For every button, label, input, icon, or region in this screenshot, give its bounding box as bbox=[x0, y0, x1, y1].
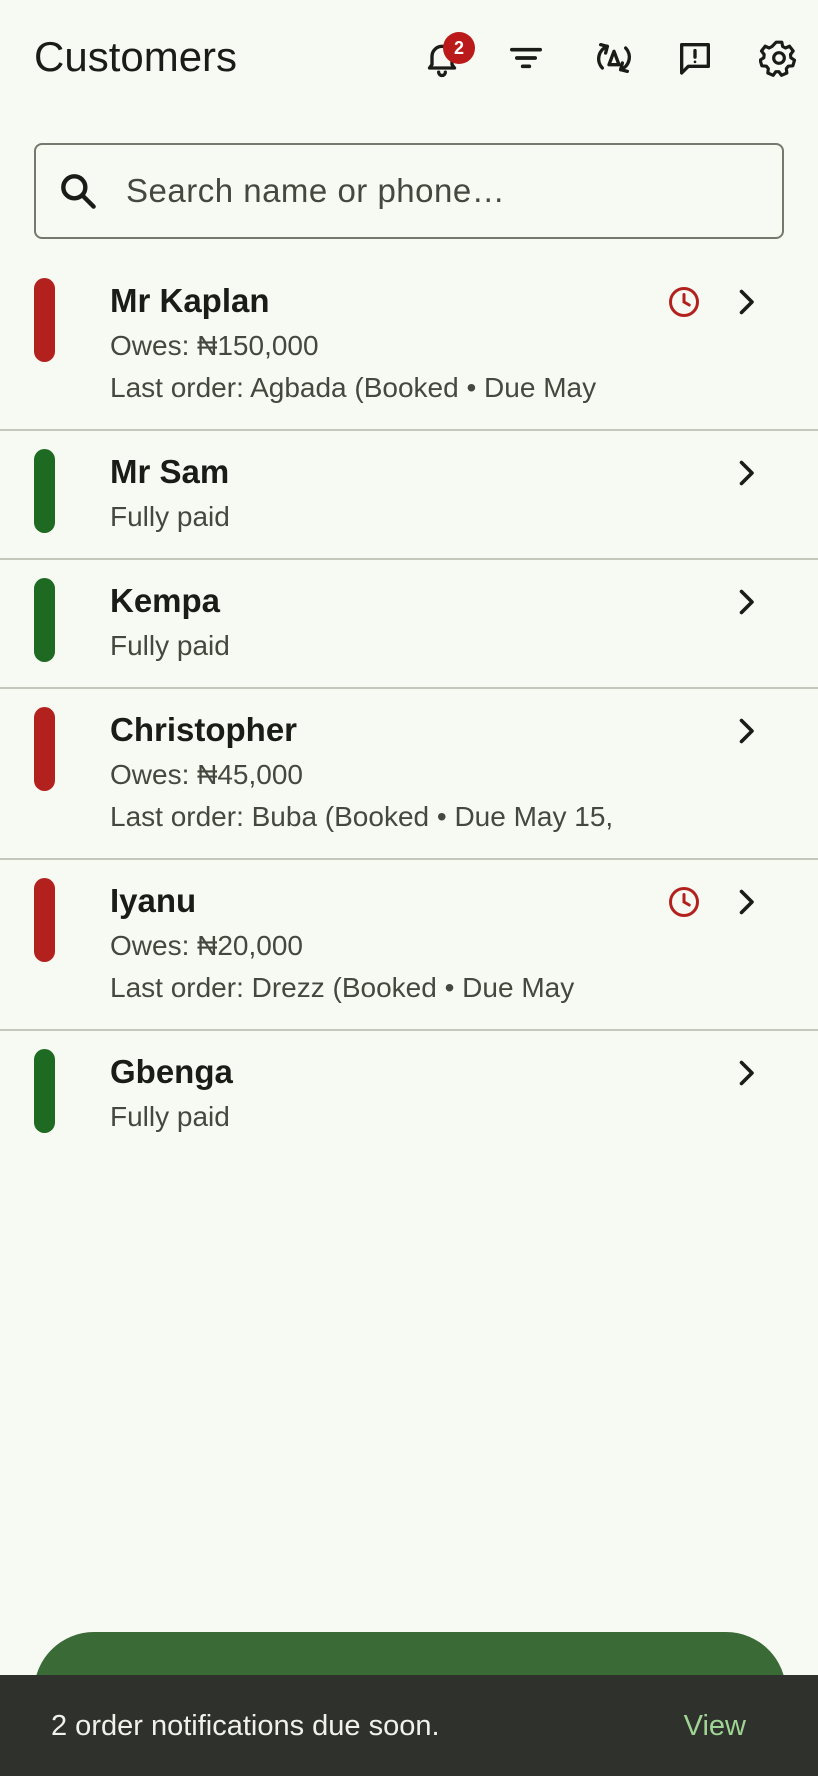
balance-text: Owes: ₦45,000 bbox=[110, 759, 303, 790]
customer-row-mr-kaplan[interactable]: Mr Kaplan Owes: ₦150,000 Last order: Agb… bbox=[0, 260, 818, 431]
feedback-icon bbox=[680, 43, 710, 75]
notifications-button[interactable]: 2 bbox=[412, 28, 475, 88]
notification-badge: 2 bbox=[443, 32, 475, 64]
chevron-right-icon bbox=[739, 718, 754, 744]
chevron-right-icon bbox=[739, 889, 754, 915]
chevron-right-icon bbox=[739, 1060, 754, 1086]
sync-icon bbox=[597, 43, 631, 74]
last-order-text: Last order: Drezz (Booked • Due May bbox=[110, 972, 575, 1003]
feedback-button[interactable] bbox=[665, 28, 725, 88]
chevron-right-icon bbox=[739, 460, 754, 486]
snackbar-message: 2 order notifications due soon. bbox=[51, 1710, 440, 1742]
balance-text: Owes: ₦20,000 bbox=[110, 930, 303, 961]
clock-icon bbox=[669, 287, 699, 317]
customer-name: Iyanu bbox=[110, 882, 197, 919]
last-order-text: Last order: Buba (Booked • Due May 15, bbox=[110, 801, 614, 832]
search-field[interactable] bbox=[34, 143, 784, 239]
search-icon bbox=[61, 174, 96, 209]
clock-icon bbox=[669, 887, 699, 917]
balance-text: Owes: ₦150,000 bbox=[110, 330, 319, 361]
status-indicator-paid bbox=[34, 578, 55, 662]
chevron-right-icon bbox=[739, 289, 754, 315]
filter-button[interactable] bbox=[496, 28, 556, 88]
top-app-bar: Customers 2 bbox=[0, 0, 818, 116]
customer-name: Christopher bbox=[110, 711, 298, 748]
customer-list: Mr Kaplan Owes: ₦150,000 Last order: Agb… bbox=[0, 260, 818, 1160]
gear-icon bbox=[759, 40, 797, 77]
customer-name: Mr Sam bbox=[110, 453, 230, 490]
customer-row-kempa[interactable]: Kempa Fully paid bbox=[0, 560, 818, 689]
sync-button[interactable] bbox=[584, 28, 644, 88]
balance-text: Fully paid bbox=[110, 630, 230, 661]
status-indicator-owes bbox=[34, 278, 55, 362]
chevron-right-icon bbox=[739, 589, 754, 615]
filter-icon bbox=[510, 47, 542, 69]
customer-name: Kempa bbox=[110, 582, 221, 619]
snackbar-view-button[interactable]: View bbox=[684, 1707, 746, 1745]
customer-row-gbenga[interactable]: Gbenga Fully paid bbox=[0, 1031, 818, 1160]
page-title: Customers bbox=[34, 33, 238, 80]
snackbar: 2 order notifications due soon. View bbox=[0, 1675, 818, 1776]
customer-name: Gbenga bbox=[110, 1053, 233, 1090]
customer-row-christopher[interactable]: Christopher Owes: ₦45,000 Last order: Bu… bbox=[0, 689, 818, 860]
status-indicator-paid bbox=[34, 1049, 55, 1133]
balance-text: Fully paid bbox=[110, 1101, 230, 1132]
status-indicator-owes bbox=[34, 878, 55, 962]
search-input[interactable] bbox=[126, 165, 746, 217]
customer-row-mr-sam[interactable]: Mr Sam Fully paid bbox=[0, 431, 818, 560]
last-order-text: Last order: Agbada (Booked • Due May bbox=[110, 372, 597, 403]
balance-text: Fully paid bbox=[110, 501, 230, 532]
customer-row-iyanu[interactable]: Iyanu Owes: ₦20,000 Last order: Drezz (B… bbox=[0, 860, 818, 1031]
status-indicator-owes bbox=[34, 707, 55, 791]
customer-name: Mr Kaplan bbox=[110, 282, 270, 319]
settings-button[interactable] bbox=[749, 28, 809, 88]
status-indicator-paid bbox=[34, 449, 55, 533]
